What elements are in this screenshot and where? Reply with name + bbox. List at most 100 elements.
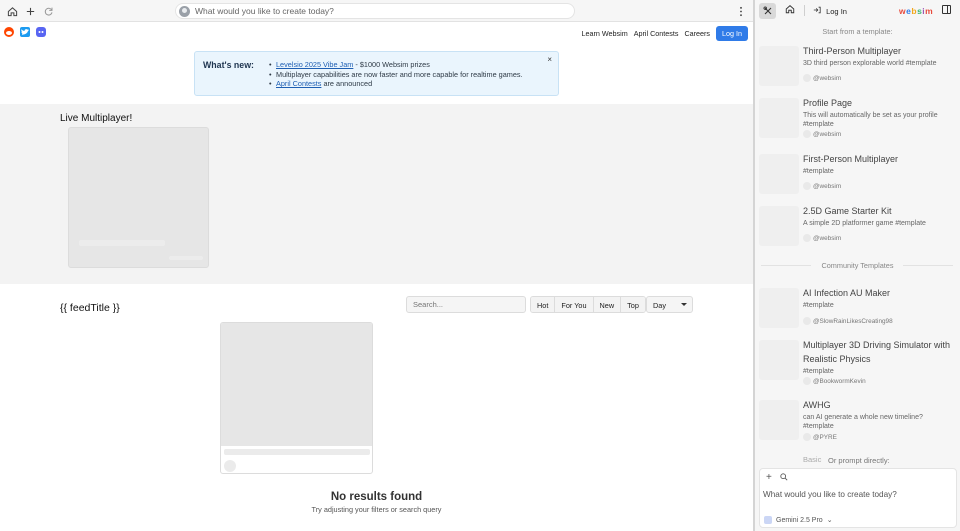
- template-thumbnail: [759, 340, 799, 380]
- address-placeholder: What would you like to create today?: [195, 6, 334, 16]
- reddit-icon[interactable]: [4, 27, 14, 37]
- template-item[interactable]: AI Infection AU Maker #template @SlowRai…: [759, 286, 959, 336]
- avatar[interactable]: [179, 5, 190, 17]
- avatar: [803, 182, 811, 190]
- section-title: Live Multiplayer!: [60, 113, 133, 124]
- news-text: are announced: [321, 79, 373, 89]
- plus-icon[interactable]: +: [766, 472, 772, 483]
- template-desc: #template: [803, 168, 834, 175]
- author-name: @SlowRainLikesCreating98: [813, 317, 893, 325]
- template-title: Multiplayer 3D Driving Simulator with Re…: [803, 340, 951, 364]
- feed-card-placeholder[interactable]: [220, 322, 373, 474]
- vibe-jam-link[interactable]: Levelsio 2025 Vibe Jam: [276, 60, 353, 69]
- prompt-input[interactable]: What would you like to create today?: [763, 490, 897, 499]
- right-panel: Log In websim Start from a template: Thi…: [755, 0, 960, 531]
- prompt-box[interactable]: + What would you like to create today? G…: [759, 468, 957, 528]
- list-item: Multiplayer capabilities are now faster …: [269, 70, 523, 80]
- whats-new-list: Levelsio 2025 Vibe Jam - $1000 Websim pr…: [269, 60, 523, 89]
- home-icon[interactable]: [5, 4, 19, 18]
- nav-link-learn-websim[interactable]: Learn Websim: [581, 29, 627, 38]
- author-name: @websim: [813, 130, 842, 138]
- author-name: @PYRE: [813, 433, 837, 441]
- author-name: @websim: [813, 74, 842, 82]
- template-item[interactable]: 2.5D Game Starter Kit A simple 2D platfo…: [759, 204, 959, 254]
- skeleton-image: [221, 323, 372, 446]
- template-thumbnail: [759, 206, 799, 246]
- nav-link-april-contests[interactable]: April Contests: [634, 29, 679, 38]
- chevron-down-icon: ⌄: [826, 517, 833, 524]
- chevron-down-icon: [681, 303, 687, 306]
- template-title: Profile Page: [803, 98, 853, 108]
- search-input[interactable]: [406, 296, 526, 313]
- template-item[interactable]: Third-Person Multiplayer 3D third person…: [759, 44, 959, 94]
- model-selector[interactable]: Gemini 2.5 Pro ⌄: [764, 516, 833, 524]
- browser-toolbar: What would you like to create today?: [0, 0, 753, 22]
- feed-filter-tabs: Hot For You New Top: [530, 296, 646, 313]
- empty-subtitle: Try adjusting your filters or search que…: [311, 505, 442, 514]
- address-bar[interactable]: What would you like to create today?: [175, 3, 575, 19]
- template-author: @websim: [803, 74, 841, 82]
- template-author: @websim: [803, 234, 841, 242]
- prompt-directly-label: Or prompt directly:: [828, 456, 890, 465]
- template-desc: #template: [803, 368, 834, 375]
- news-text: - $1000 Websim prizes: [353, 60, 430, 69]
- template-thumbnail: [759, 46, 799, 86]
- filter-hot[interactable]: Hot: [531, 297, 556, 312]
- template-item[interactable]: AWHG can AI generate a whole new timelin…: [759, 398, 959, 448]
- live-card-placeholder[interactable]: [68, 127, 209, 268]
- kebab-menu-icon[interactable]: [734, 4, 748, 18]
- template-item[interactable]: Profile Page This will automatically be …: [759, 96, 959, 146]
- filter-top[interactable]: Top: [621, 297, 645, 312]
- list-item: Levelsio 2025 Vibe Jam - $1000 Websim pr…: [269, 60, 523, 70]
- template-desc: #template: [803, 302, 834, 309]
- avatar: [803, 317, 811, 325]
- twitter-icon[interactable]: [20, 27, 30, 37]
- skeleton-line: [79, 240, 165, 246]
- template-title: First-Person Multiplayer: [803, 154, 899, 164]
- divider: [804, 5, 805, 16]
- live-multiplayer-section: Live Multiplayer!: [0, 104, 753, 284]
- nav-link-careers[interactable]: Careers: [684, 29, 710, 38]
- panel-login-link[interactable]: Log In: [813, 6, 847, 16]
- filter-for-you[interactable]: For You: [555, 297, 594, 312]
- login-button[interactable]: Log In: [716, 26, 748, 41]
- discord-icon[interactable]: [36, 27, 46, 37]
- tools-icon[interactable]: [759, 3, 776, 19]
- template-desc: A simple 2D platformer game #template: [803, 220, 926, 227]
- template-desc: 3D third person explorable world #templa…: [803, 60, 937, 67]
- period-select[interactable]: Day: [646, 296, 693, 313]
- period-value: Day: [653, 301, 666, 310]
- divider: [903, 265, 953, 266]
- skeleton-line: [169, 256, 203, 260]
- april-contests-link[interactable]: April Contests: [276, 79, 321, 88]
- template-item[interactable]: Multiplayer 3D Driving Simulator with Re…: [759, 338, 959, 388]
- websim-logo[interactable]: websim: [899, 6, 933, 16]
- template-item[interactable]: First-Person Multiplayer #template @webs…: [759, 152, 959, 202]
- template-desc: can AI generate a whole new timeline? #t…: [803, 414, 923, 430]
- news-text: Multiplayer capabilities are now faster …: [276, 69, 523, 79]
- avatar: [803, 377, 811, 385]
- panel-header: Log In websim: [755, 0, 960, 22]
- template-thumbnail: [759, 400, 799, 440]
- template-thumbnail: [759, 98, 799, 138]
- faded-template-label: Basic: [803, 455, 822, 464]
- home-icon[interactable]: [785, 4, 795, 17]
- avatar: [803, 74, 811, 82]
- empty-state: No results found Try adjusting your filt…: [220, 491, 533, 514]
- template-author: @SlowRainLikesCreating98: [803, 317, 893, 325]
- skeleton-line: [224, 449, 370, 455]
- plus-icon[interactable]: [23, 4, 37, 18]
- template-heading: Start from a template:: [822, 27, 893, 36]
- logo-letter: m: [925, 6, 934, 16]
- author-name: @websim: [813, 182, 842, 190]
- collapse-panel-icon[interactable]: [942, 5, 951, 14]
- author-name: @websim: [813, 234, 842, 242]
- search-icon[interactable]: [780, 473, 788, 483]
- prompt-divider: Basic Or prompt directly:: [755, 453, 960, 467]
- filter-new[interactable]: New: [593, 297, 622, 312]
- model-name: Gemini 2.5 Pro: [776, 516, 823, 524]
- refresh-icon[interactable]: [41, 4, 55, 18]
- template-title: 2.5D Game Starter Kit: [803, 206, 892, 216]
- template-author: @websim: [803, 130, 841, 138]
- close-icon[interactable]: ×: [547, 55, 552, 64]
